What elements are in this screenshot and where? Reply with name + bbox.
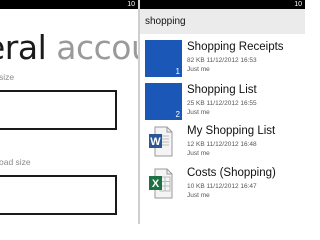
result-date: Just me (187, 109, 210, 116)
search-results-screen: 10 shopping 1 Shopping Receipts 82 KB 11… (140, 0, 305, 224)
page-title-main: eral (0, 28, 47, 67)
page-title: eral accour (0, 30, 138, 66)
svg-text:W: W (150, 136, 161, 148)
excel-doc-icon: X (149, 168, 173, 199)
upload-size-field[interactable] (0, 175, 117, 215)
result-meta: 12 KB 11/12/2012 16:48 (187, 141, 257, 148)
result-name: My Shopping List (187, 125, 276, 137)
tile-thumbnail: 1 (145, 40, 182, 77)
result-item[interactable]: 1 Shopping Receipts 82 KB 11/12/2012 16:… (140, 40, 305, 84)
status-bar: 10 (140, 0, 305, 9)
search-bar[interactable]: shopping (140, 9, 305, 34)
status-time: 10 (127, 1, 135, 8)
tile-thumbnail: 2 (145, 83, 182, 120)
result-name: Costs (Shopping) (187, 167, 276, 179)
result-meta: 10 KB 11/12/2012 16:47 (187, 183, 257, 190)
tile-number: 2 (175, 110, 180, 119)
size-field[interactable] (0, 90, 117, 130)
result-item[interactable]: 2 Shopping List 25 KB 11/12/2012 16:55 J… (140, 83, 305, 127)
result-date: Just me (187, 192, 210, 199)
page-title-accent[interactable]: accour (56, 28, 138, 67)
result-date: Just me (187, 150, 210, 157)
result-date: Just me (187, 66, 210, 73)
status-time: 10 (294, 1, 302, 8)
settings-screen: 10 eral accour size oad size (0, 0, 138, 224)
result-name: Shopping Receipts (187, 41, 284, 53)
result-item[interactable]: X Costs (Shopping) 10 KB 11/12/2012 16:4… (140, 166, 305, 210)
svg-text:X: X (152, 178, 160, 190)
status-bar: 10 (0, 0, 138, 9)
result-item[interactable]: W My Shopping List 12 KB 11/12/2012 16:4… (140, 124, 305, 168)
result-name: Shopping List (187, 84, 257, 96)
field-label-size: size (0, 72, 15, 82)
word-doc-icon: W (149, 126, 173, 157)
field-label-upload-size: oad size (0, 157, 31, 167)
result-meta: 82 KB 11/12/2012 16:53 (187, 57, 257, 64)
search-input[interactable]: shopping (145, 16, 186, 27)
tile-number: 1 (175, 67, 180, 76)
result-meta: 25 KB 11/12/2012 16:55 (187, 100, 257, 107)
